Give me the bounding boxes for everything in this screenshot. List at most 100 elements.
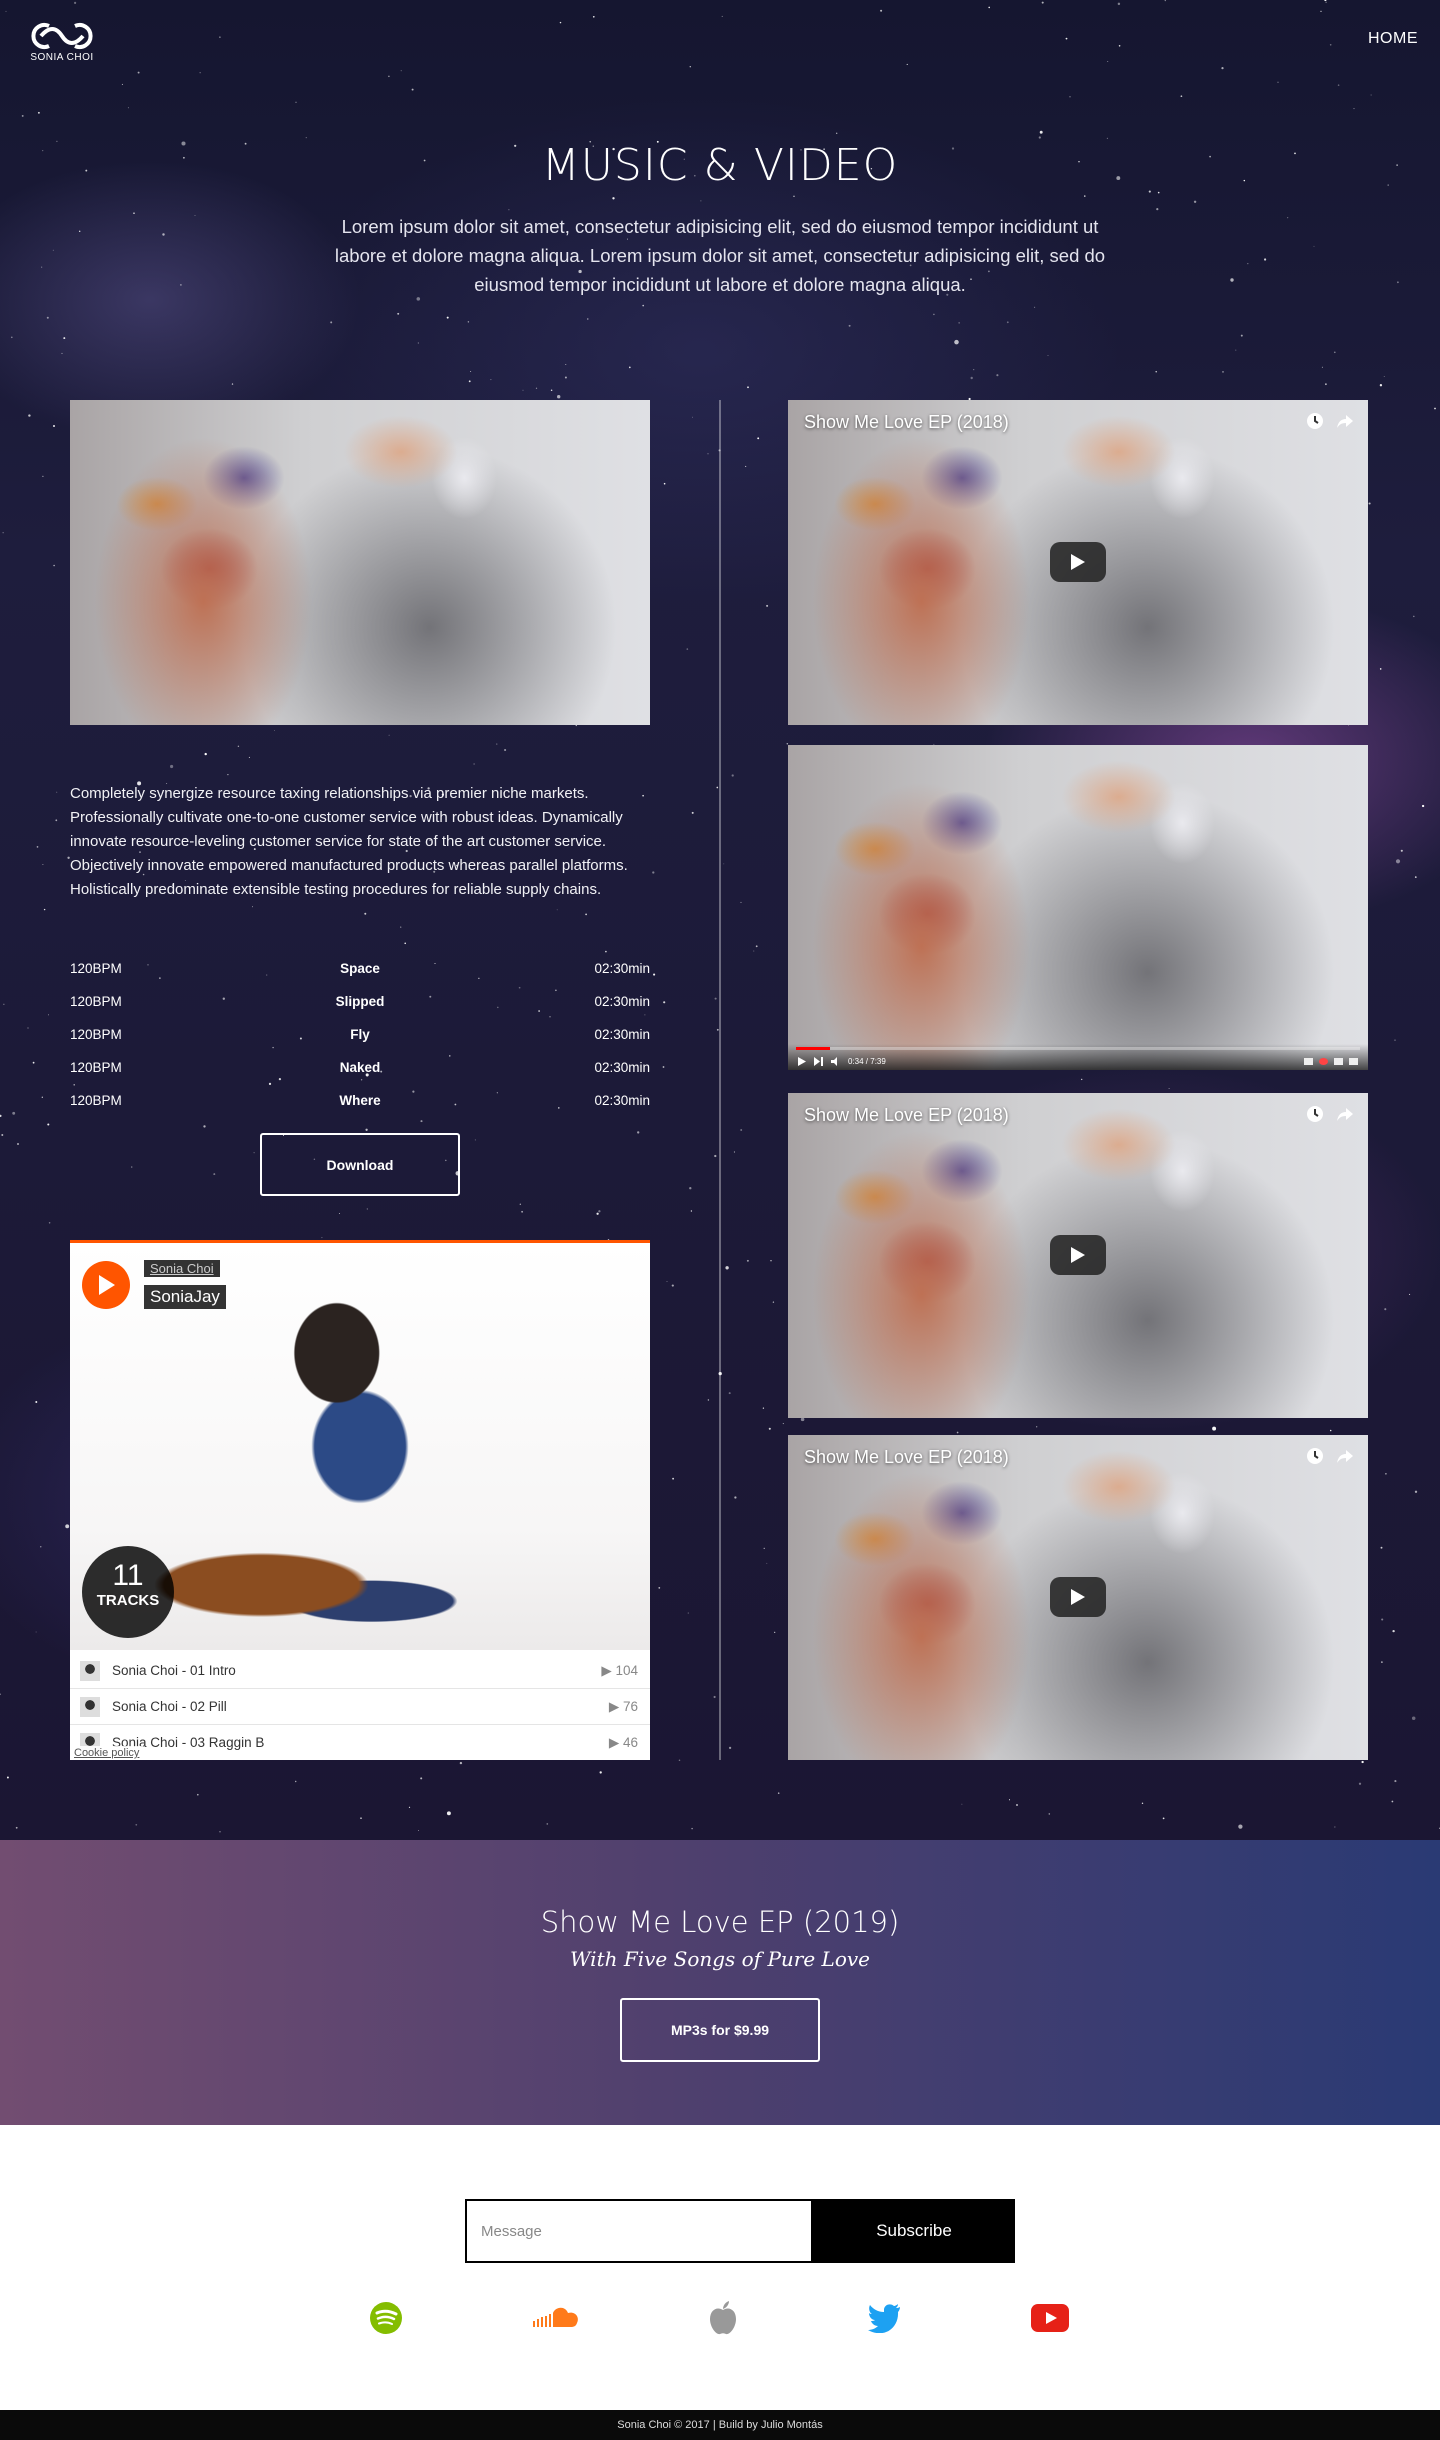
video-player[interactable]: Show Me Love EP (2018) [788, 1093, 1368, 1418]
star [42, 863, 44, 866]
star [417, 342, 419, 344]
youtube-link[interactable] [1030, 2298, 1070, 2338]
video-title[interactable]: Show Me Love EP (2018) [804, 1447, 1009, 1468]
star [766, 604, 769, 607]
soundcloud-track-row[interactable]: Sonia Choi - 02 Pill ▶ 76 [70, 1689, 650, 1725]
star [63, 337, 66, 340]
spotify-link[interactable] [366, 2298, 406, 2338]
subscribe-button[interactable]: Subscribe [813, 2199, 1015, 2263]
star [338, 1213, 340, 1215]
video-title[interactable]: Show Me Love EP (2018) [804, 1105, 1009, 1126]
settings-icon[interactable] [1319, 1058, 1328, 1065]
star [774, 1631, 776, 1633]
track-row: 120BPM Slipped 02:30min [70, 985, 650, 1018]
video-controls[interactable]: 0:34 / 7:39 [788, 1044, 1368, 1070]
video-frame [788, 745, 1368, 1070]
video-play-button[interactable] [1050, 542, 1106, 582]
star [1434, 407, 1436, 410]
star [1180, 95, 1183, 98]
star [642, 304, 645, 307]
star [41, 1096, 43, 1098]
star [550, 389, 553, 391]
star [2, 532, 4, 534]
watch-later-icon[interactable] [1306, 1447, 1324, 1465]
play-icon [1071, 1247, 1085, 1263]
video-player[interactable]: 0:34 / 7:39 [788, 745, 1368, 1070]
share-icon[interactable] [1336, 412, 1354, 430]
twitter-link[interactable] [864, 2298, 904, 2338]
star [1222, 371, 1224, 373]
volume-icon[interactable] [831, 1057, 840, 1066]
site-logo[interactable]: SONIA CHOI [24, 20, 100, 63]
star [848, 324, 851, 327]
star [130, 1166, 133, 1168]
share-icon[interactable] [1336, 1105, 1354, 1123]
video-play-button[interactable] [1050, 1235, 1106, 1275]
star [404, 942, 406, 945]
star [988, 6, 990, 9]
watch-later-icon[interactable] [1306, 412, 1324, 430]
star [1395, 859, 1401, 864]
video-player[interactable]: Show Me Love EP (2018) [788, 400, 1368, 725]
star [508, 209, 510, 211]
star [740, 1129, 743, 1131]
track-row: 120BPM Space 02:30min [70, 952, 650, 985]
theater-mode-icon[interactable] [1334, 1058, 1343, 1065]
track-bpm: 120BPM [70, 1060, 122, 1075]
subtitles-icon[interactable] [1304, 1058, 1313, 1065]
play-count: 46 [622, 1734, 638, 1750]
fullscreen-icon[interactable] [1349, 1058, 1358, 1065]
share-icon[interactable] [1336, 1447, 1354, 1465]
soundcloud-track-title: Sonia Choi - 01 Intro [112, 1663, 236, 1678]
play-icon[interactable] [798, 1057, 806, 1066]
message-input[interactable] [465, 2199, 813, 2263]
play-count: 76 [622, 1698, 638, 1714]
star [53, 564, 55, 567]
soundcloud-playlist-title[interactable]: SoniaJay [144, 1285, 226, 1309]
star [556, 909, 558, 911]
star [1240, 334, 1243, 337]
video-progress-bar[interactable] [796, 1047, 1360, 1050]
ep-banner: Show Me Love EP (2019) With Five Songs o… [0, 1840, 1440, 2125]
watch-later-icon[interactable] [1306, 1105, 1324, 1123]
star [713, 1695, 716, 1699]
video-progress-fill [796, 1047, 830, 1050]
soundcloud-track-row[interactable]: Sonia Choi - 01 Intro ▶ 104 [70, 1653, 650, 1689]
soundcloud-user-link[interactable]: Sonia Choi [144, 1260, 220, 1277]
star [365, 1128, 368, 1131]
star [672, 1477, 674, 1480]
next-icon[interactable] [814, 1057, 823, 1066]
star [231, 383, 234, 385]
video-play-button[interactable] [1050, 1577, 1106, 1617]
star [162, 233, 165, 236]
apple-music-link[interactable] [703, 2298, 743, 2338]
star [757, 437, 760, 440]
star [770, 1260, 772, 1262]
star [1324, 0, 1327, 2]
video-title[interactable]: Show Me Love EP (2018) [804, 412, 1009, 433]
track-time: 02:30min [594, 1093, 650, 1108]
soundcloud-track-row[interactable]: Sonia Choi - 03 Raggin B ▶ 46 [70, 1725, 650, 1760]
soundcloud-play-button[interactable] [82, 1261, 130, 1309]
star [521, 1210, 523, 1213]
soundcloud-player[interactable]: Sonia Choi SoniaJay 11 TRACKS Sonia Choi… [70, 1240, 650, 1760]
star [1379, 384, 1383, 387]
star [1162, 1817, 1165, 1820]
star [1235, 349, 1237, 351]
video-player[interactable]: Show Me Love EP (2018) [788, 1435, 1368, 1760]
download-button[interactable]: Download [260, 1133, 460, 1196]
cookie-policy-link[interactable]: Cookie policy [70, 1746, 144, 1760]
video-actions [1306, 412, 1354, 430]
buy-mp3s-button[interactable]: MP3s for $9.99 [620, 1998, 820, 2062]
nav-home-link[interactable]: HOME [1368, 30, 1418, 48]
star [519, 1203, 521, 1205]
star [728, 1746, 732, 1750]
star [1039, 130, 1043, 134]
star [687, 1612, 689, 1614]
soundcloud-link[interactable] [530, 2298, 582, 2338]
star [1048, 1813, 1051, 1815]
star [954, 339, 959, 345]
star [973, 369, 975, 371]
star [46, 316, 49, 319]
star [678, 1759, 681, 1761]
